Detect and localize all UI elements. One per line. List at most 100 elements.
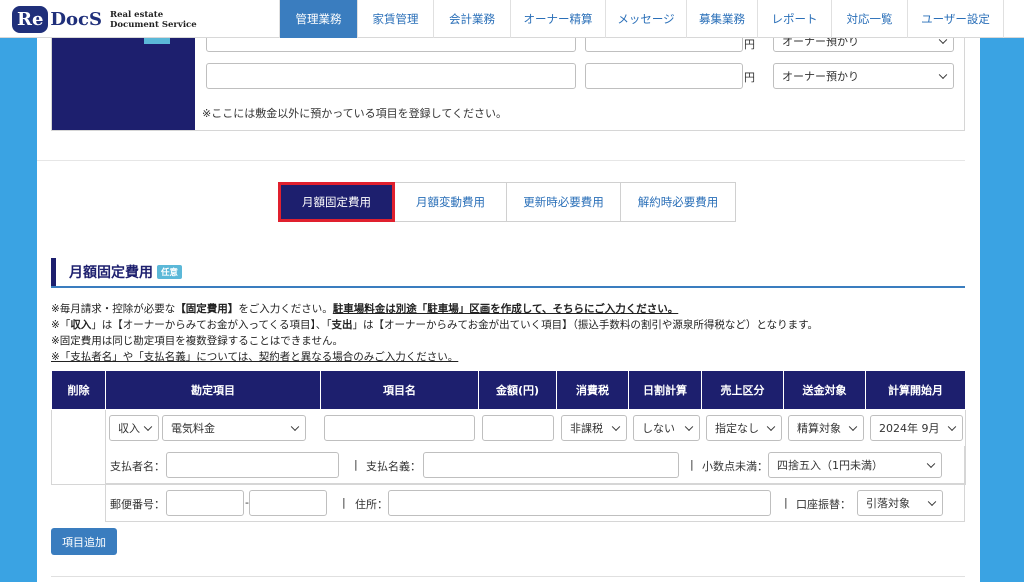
section-title-text: 月額固定費用 [69, 265, 153, 281]
deposit-items-block: 円 オーナー預かり 円 オーナー預かり ※ここには敷金以外に預かっている項目を登… [51, 30, 965, 131]
delete-cell [51, 408, 106, 485]
main-nav: 管理業務 家賃管理 会計業務 オーナー精算 メッセージ 募集業務 レポート 対応… [279, 0, 1004, 38]
note-1d: 駐車場料金は別途「駐車場」区画を作成して、そちらにご入力ください。 [332, 303, 679, 315]
account-select[interactable]: 電気料金 [162, 414, 306, 441]
chevron-down-icon [766, 422, 776, 431]
address-label: 住所： [355, 498, 388, 511]
payer-label: 支払者名： [110, 460, 165, 473]
start-month-value: 2024年 9月 [879, 421, 940, 435]
col-delete: 削除 [51, 371, 106, 410]
tab-monthly-variable[interactable]: 月額変動費用 [394, 182, 507, 222]
note-line-1: ※毎月請求・控除が必要な【固定費用】をご入力ください。駐車場料金は別途「駐車場」… [51, 301, 678, 316]
divider-pipe: | [784, 496, 788, 509]
direction-select[interactable]: 収入 [109, 414, 159, 441]
nav-item-owner-settlement[interactable]: オーナー精算 [510, 0, 605, 38]
item-name-input[interactable] [324, 414, 475, 441]
sales-class-select[interactable]: 指定なし [706, 414, 782, 441]
rounding-select[interactable]: 四捨五入（1円未満） [768, 452, 942, 478]
logo-re-mark: Re [12, 6, 49, 33]
postal-code-input-2[interactable] [249, 490, 327, 516]
note-line-2: ※「収入」は【オーナーからみてお金が入ってくる項目】、「支出」は【オーナーからみ… [51, 317, 818, 332]
chevron-down-icon [927, 497, 937, 507]
chevron-down-icon [848, 422, 858, 431]
tax-select[interactable]: 非課税 [561, 414, 627, 441]
chevron-down-icon [938, 70, 948, 80]
col-tax: 消費税 [556, 371, 629, 410]
direction-value: 収入 [118, 421, 140, 435]
deposit-holder-select-2[interactable]: オーナー預かり [773, 63, 954, 89]
note-line-3: ※固定費用は同じ勘定項目を複数登録することはできません。 [51, 335, 343, 347]
chevron-down-icon [143, 422, 153, 431]
logo-subtitle: Real estate Document Service [110, 10, 197, 30]
divider-pipe: | [342, 496, 346, 509]
yen-label-2: 円 [744, 71, 755, 84]
deposit-holder-value-2: オーナー預かり [782, 70, 859, 83]
col-start-month: 計算開始月 [865, 371, 966, 410]
note-2c: 」は【オーナーからみてお金が入ってくる項目】、「 [91, 319, 332, 331]
section-title: 月額固定費用 任意 [51, 258, 183, 286]
col-sales-class: 売上区分 [701, 371, 784, 410]
remit-select[interactable]: 精算対象 [788, 414, 864, 441]
redocs-logo[interactable]: Re DocS Real estate Document Service [12, 6, 197, 33]
logo-docs-text: DocS [50, 9, 102, 30]
note-2d: 支出 [331, 319, 353, 331]
rounding-label: 小数点未満： [702, 460, 768, 473]
divider-pipe: | [354, 458, 358, 471]
note-2b: 収入 [70, 319, 92, 331]
table-header-row: 削除 勘定項目 項目名 金額(円) 消費税 日割計算 売上区分 送金対象 計算開… [51, 371, 966, 410]
note-1b: 【固定費用】 [175, 303, 239, 315]
note-line-4: ※「支払者名」や「支払名義」については、契約者と異なる場合のみご入力ください。 [51, 351, 459, 363]
amount-input[interactable] [482, 414, 554, 441]
payer-row: 支払者名： | 支払名義： | 小数点未満： 四捨五入（1円未満） [105, 446, 965, 484]
logo-subtitle-line1: Real estate [110, 9, 164, 20]
nav-item-management[interactable]: 管理業務 [279, 0, 357, 38]
postal-label: 郵便番号： [110, 498, 165, 511]
transfer-select[interactable]: 引落対象 [857, 490, 943, 516]
prorate-value: しない [642, 421, 675, 435]
address-input[interactable] [388, 490, 771, 516]
col-amount: 金額(円) [478, 371, 557, 410]
postal-code-input-1[interactable] [166, 490, 244, 516]
section-underline [51, 286, 965, 288]
transfer-value: 引落対象 [866, 497, 910, 510]
nav-item-user-settings[interactable]: ユーザー設定 [907, 0, 1004, 38]
deposit-badge [144, 38, 170, 44]
divider-pipe: | [690, 458, 694, 471]
main-content: 円 オーナー預かり 円 オーナー預かり ※ここには敷金以外に預かっている項目を登… [37, 30, 980, 582]
nav-item-rent[interactable]: 家賃管理 [357, 0, 433, 38]
address-row: 郵便番号： - | 住所： | 口座振替： 引落対象 [105, 483, 965, 522]
col-item-name: 項目名 [320, 371, 479, 410]
start-month-select[interactable]: 2024年 9月 [870, 414, 963, 441]
nav-item-report[interactable]: レポート [757, 0, 831, 38]
note-1c: をご入力ください。 [238, 303, 333, 315]
note-1a: ※毎月請求・控除が必要な [51, 303, 176, 315]
nav-item-accounting[interactable]: 会計業務 [433, 0, 510, 38]
chevron-down-icon [684, 422, 694, 431]
payer-name-input[interactable] [166, 452, 339, 478]
col-remit: 送金対象 [783, 371, 866, 410]
note-2e: 」は【オーナーからみてお金が出ていく項目】（振込手数料の割引や源泉所得税など）と… [352, 319, 819, 331]
chevron-down-icon [926, 459, 936, 469]
rounding-value: 四捨五入（1円未満） [777, 459, 883, 472]
right-background [980, 38, 1024, 582]
cost-type-tabs: 月額固定費用 月額変動費用 更新時必要費用 解約時必要費用 [278, 182, 736, 222]
tab-renewal-cost[interactable]: 更新時必要費用 [506, 182, 621, 222]
tab-monthly-fixed[interactable]: 月額固定費用 [278, 182, 395, 222]
payee-label: 支払名義： [366, 460, 421, 473]
nav-item-message[interactable]: メッセージ [605, 0, 686, 38]
prorate-select[interactable]: しない [633, 414, 700, 441]
top-navigation-bar: Re DocS Real estate Document Service 管理業… [0, 0, 1024, 38]
nav-item-response-list[interactable]: 対応一覧 [831, 0, 907, 38]
deposit-amount-input-2[interactable] [585, 63, 743, 89]
tab-cancellation-cost[interactable]: 解約時必要費用 [620, 182, 736, 222]
chevron-down-icon [611, 422, 621, 431]
chevron-down-icon [290, 422, 300, 431]
add-item-button[interactable]: 項目追加 [51, 528, 117, 555]
payee-name-input[interactable] [423, 452, 679, 478]
nav-item-recruitment[interactable]: 募集業務 [686, 0, 757, 38]
chevron-down-icon [947, 422, 957, 431]
note-2a: ※「 [51, 319, 71, 331]
deposit-item-name-input-2[interactable] [206, 63, 576, 89]
logo-subtitle-line2: Document Service [110, 19, 197, 30]
transfer-label: 口座振替： [796, 498, 851, 511]
